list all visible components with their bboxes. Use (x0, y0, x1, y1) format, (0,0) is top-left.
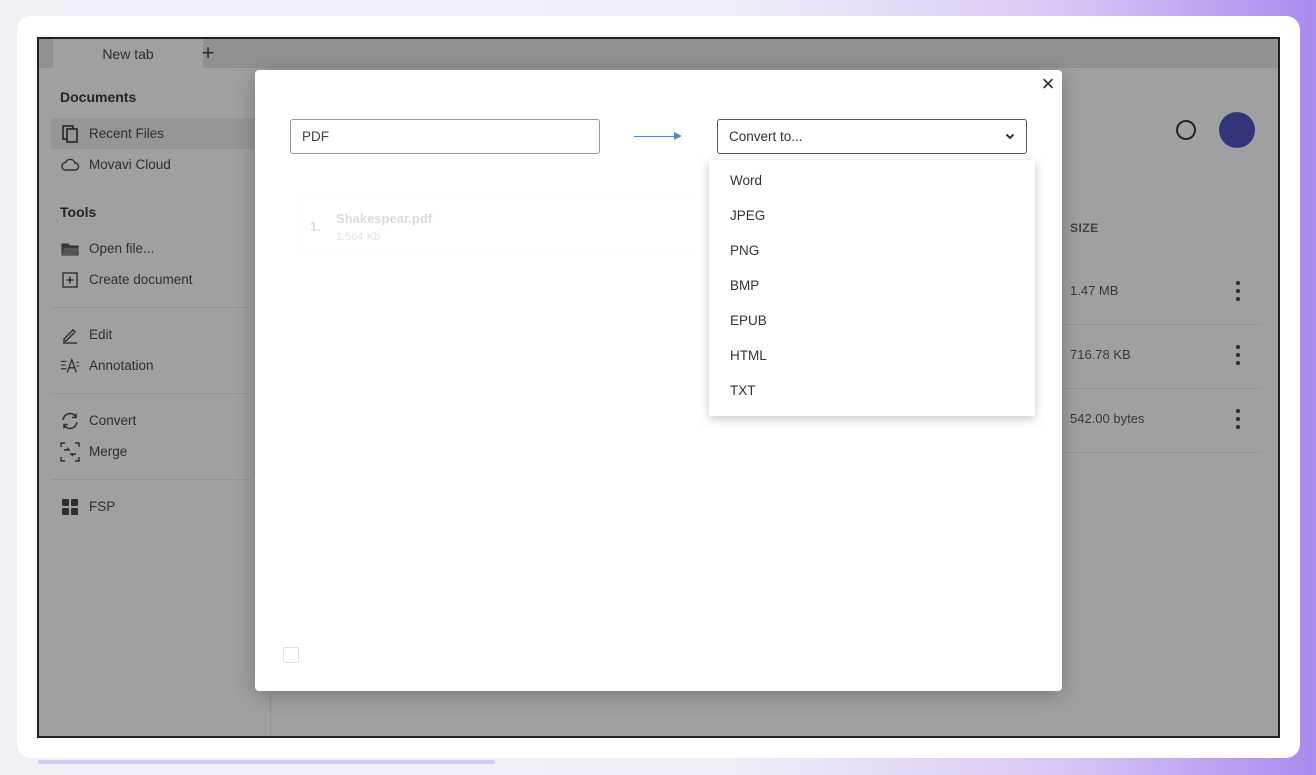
file-meta: 1.564 Kb (336, 231, 381, 243)
format-dropdown-menu: Word JPEG PNG BMP EPUB HTML TXT (709, 160, 1035, 416)
close-icon[interactable]: × (1038, 73, 1058, 95)
option-checkbox[interactable] (283, 647, 299, 663)
source-format-value: PDF (302, 129, 329, 144)
format-option-bmp[interactable]: BMP (709, 268, 1035, 303)
file-name: Shakespear.pdf (336, 211, 433, 226)
bottom-strip (38, 760, 495, 764)
format-option-txt[interactable]: TXT (709, 373, 1035, 408)
arrow-right-icon (634, 136, 676, 137)
chevron-down-icon (1005, 131, 1015, 143)
format-option-epub[interactable]: EPUB (709, 303, 1035, 338)
source-format-field[interactable]: PDF (290, 119, 600, 154)
convert-to-placeholder: Convert to... (729, 129, 803, 144)
format-option-html[interactable]: HTML (709, 338, 1035, 373)
format-option-png[interactable]: PNG (709, 233, 1035, 268)
format-option-jpeg[interactable]: JPEG (709, 198, 1035, 233)
file-card: 1. Shakespear.pdf 1.564 Kb (298, 198, 718, 252)
convert-dialog: × PDF 1. Shakespear.pdf 1.564 Kb Convert… (255, 70, 1062, 691)
format-option-word[interactable]: Word (709, 163, 1035, 198)
convert-to-select[interactable]: Convert to... (717, 119, 1027, 154)
arrow-head (674, 132, 682, 140)
file-index: 1. (310, 219, 321, 234)
